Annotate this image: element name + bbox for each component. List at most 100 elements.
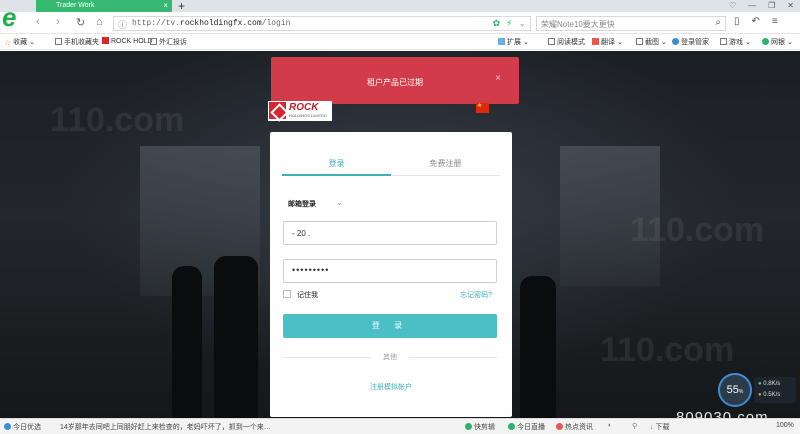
flag-star-icon: ★ — [477, 103, 483, 109]
zoom-level[interactable]: 100% — [776, 422, 794, 429]
bookmark-forex-complaint[interactable]: 外汇投诉 — [150, 37, 187, 47]
search-input[interactable]: 荣耀Note10要大更快 — [541, 19, 615, 30]
email-field[interactable]: - 20 . — [283, 221, 497, 245]
tab-register[interactable]: 免费注册 — [391, 158, 500, 169]
email-value: - 20 . — [292, 229, 311, 238]
toolbar-translate[interactable]: 翻译 ⌄ — [592, 37, 623, 47]
folder-icon — [150, 38, 157, 45]
url-text: http://tv.rockholdingfx.com/login — [132, 19, 291, 28]
navigation-bar: ‹ › ↻ ⌂ ⓘ http://tv.rockholdingfx.com/lo… — [0, 12, 800, 34]
extensions-icon — [498, 38, 505, 45]
reading-icon — [548, 38, 555, 45]
upload-icon: ● — [758, 381, 762, 387]
refresh-icon[interactable]: ↻ — [76, 16, 85, 29]
menu-icon[interactable]: ≡ — [772, 16, 778, 27]
toolbar-screenshot[interactable]: 截图 ⌄ — [636, 37, 667, 47]
background-person — [172, 266, 202, 418]
search-box[interactable]: 荣耀Note10要大更快 ⌕ — [536, 16, 726, 31]
bank-icon — [762, 38, 769, 45]
maximize-icon[interactable]: ❐ — [768, 0, 775, 12]
login-card: 登录 免费注册 邮箱登录 ⌄ - 20 . ••••••••• 记住我 忘记密码… — [270, 132, 512, 417]
close-icon[interactable]: × — [495, 73, 501, 84]
status-live[interactable]: 今日直播 — [508, 422, 545, 432]
speaker-icon[interactable]: ◐ — [608, 422, 612, 429]
site-watermark: 809030.com — [676, 409, 769, 418]
speed-mode-icon[interactable]: ⚡ — [506, 18, 512, 29]
bookmark-rockhold[interactable]: ROCK HOLD — [102, 37, 153, 45]
page-info-icon[interactable]: ⓘ — [118, 18, 127, 31]
password-field[interactable]: ••••••••• — [283, 259, 497, 283]
minimize-icon[interactable]: — — [748, 0, 756, 12]
toolbar-games[interactable]: 游戏 ⌄ — [720, 37, 751, 47]
undo-icon[interactable]: ↶ — [752, 16, 760, 27]
toolbar-extensions[interactable]: 扩展 ⌄ — [498, 37, 529, 47]
speed-readout: ● 0.8K/s ● 0.5K/s — [754, 377, 796, 403]
status-quick-clip[interactable]: 快剪辑 — [465, 422, 495, 432]
forgot-password-link[interactable]: 忘记密码? — [460, 290, 492, 300]
speed-gauge: 55% — [718, 373, 752, 407]
today-picks-icon — [4, 423, 11, 430]
status-hot-news[interactable]: 热点资讯 — [556, 422, 593, 432]
login-method-select[interactable]: 邮箱登录 — [288, 199, 316, 209]
today-picks[interactable]: 今日优选 — [4, 422, 41, 432]
security-icon[interactable]: ✿ — [493, 18, 501, 29]
network-speed-widget[interactable]: 55% ● 0.8K/s ● 0.5K/s — [716, 373, 796, 407]
toolbar-icons: ▯ ↶ ≡ — [734, 16, 778, 27]
dropdown-icon[interactable]: ⌄ — [518, 18, 526, 29]
background-watermark: 110.com — [600, 331, 735, 369]
remember-checkbox[interactable] — [283, 290, 291, 298]
scissors-icon — [636, 38, 643, 45]
browser-logo-icon[interactable]: e — [2, 4, 26, 30]
browser-window: Trader Work × + ♡ — ❐ ✕ e ‹ › ↻ ⌂ ⓘ http… — [0, 0, 800, 434]
background-watermark: 110.com — [50, 101, 185, 139]
bookmark-favorites[interactable]: ☆ 收藏 ⌄ — [4, 37, 35, 47]
star-icon: ☆ — [4, 38, 12, 47]
pin-icon[interactable]: ⚲ — [632, 422, 637, 430]
rock-favicon-icon — [102, 37, 109, 44]
brand-name: ROCK — [289, 102, 319, 113]
tab-active[interactable]: Trader Work × — [36, 0, 172, 12]
login-button[interactable]: 登 录 — [283, 314, 497, 338]
language-flag-icon[interactable]: ★ — [476, 103, 489, 113]
toolbar-bank[interactable]: 网银 ⌄ — [762, 37, 793, 47]
back-icon[interactable]: ‹ — [36, 16, 40, 28]
background-person — [520, 276, 556, 418]
page-viewport: 110.com 110.com 110.com 租户产品已过期 × ROCK H… — [0, 51, 800, 418]
bookmarks-bar: ☆ 收藏 ⌄ 手机收藏夹 ROCK HOLD 外汇投诉 扩展 ⌄ 阅读模式 翻译 … — [0, 34, 800, 50]
window-controls: ♡ — ❐ ✕ — [729, 0, 794, 12]
status-bar: 今日优选 14岁那年去同吧上同朋好赶上来检查的，老妈吓坏了，抓到一个来… 快剪辑… — [0, 418, 800, 434]
close-tab-icon[interactable]: × — [163, 0, 168, 12]
phone-icon[interactable]: ▯ — [734, 16, 740, 27]
other-divider: 其他 — [283, 352, 497, 362]
address-bar[interactable]: ⓘ http://tv.rockholdingfx.com/login ✿ ⚡ … — [113, 16, 531, 31]
folder-icon — [55, 38, 62, 45]
tab-login[interactable]: 登录 — [282, 158, 391, 169]
forward-icon[interactable]: › — [56, 16, 60, 28]
bookmark-mobile[interactable]: 手机收藏夹 — [55, 37, 99, 47]
download-arrow-icon: ↓ — [650, 424, 654, 431]
toolbar-reading-mode[interactable]: 阅读模式 — [548, 37, 585, 47]
news-icon — [556, 423, 563, 430]
divider-line — [409, 357, 497, 358]
tab-title: Trader Work — [56, 2, 95, 9]
login-tabs: 登录 免费注册 — [282, 152, 500, 176]
play-icon — [508, 423, 515, 430]
toolbar-login-manager[interactable]: 登录管家 — [672, 37, 709, 47]
search-icon[interactable]: ⌕ — [715, 17, 721, 28]
tab-bar: Trader Work × + ♡ — ❐ ✕ — [0, 0, 800, 13]
address-actions: ✿ ⚡ ⌄ — [493, 18, 526, 29]
close-window-icon[interactable]: ✕ — [787, 0, 794, 12]
remember-me[interactable]: 记住我 — [283, 290, 318, 300]
home-icon[interactable]: ⌂ — [96, 16, 103, 28]
brand-logo: ROCK HOLDINGS LIMITED — [268, 101, 332, 121]
brand-subtitle: HOLDINGS LIMITED — [289, 113, 327, 118]
background-watermark: 110.com — [630, 211, 765, 249]
status-download[interactable]: ↓ 下载 — [650, 422, 669, 432]
download-icon: ● — [758, 392, 762, 398]
clip-icon — [465, 423, 472, 430]
news-ticker[interactable]: 14岁那年去同吧上同朋好赶上来检查的，老妈吓坏了，抓到一个来… — [60, 422, 290, 432]
skin-icon[interactable]: ♡ — [729, 0, 736, 12]
chevron-down-icon[interactable]: ⌄ — [336, 198, 343, 207]
gamepad-icon — [720, 38, 727, 45]
register-demo-link[interactable]: 注册模拟帐户 — [270, 382, 512, 392]
